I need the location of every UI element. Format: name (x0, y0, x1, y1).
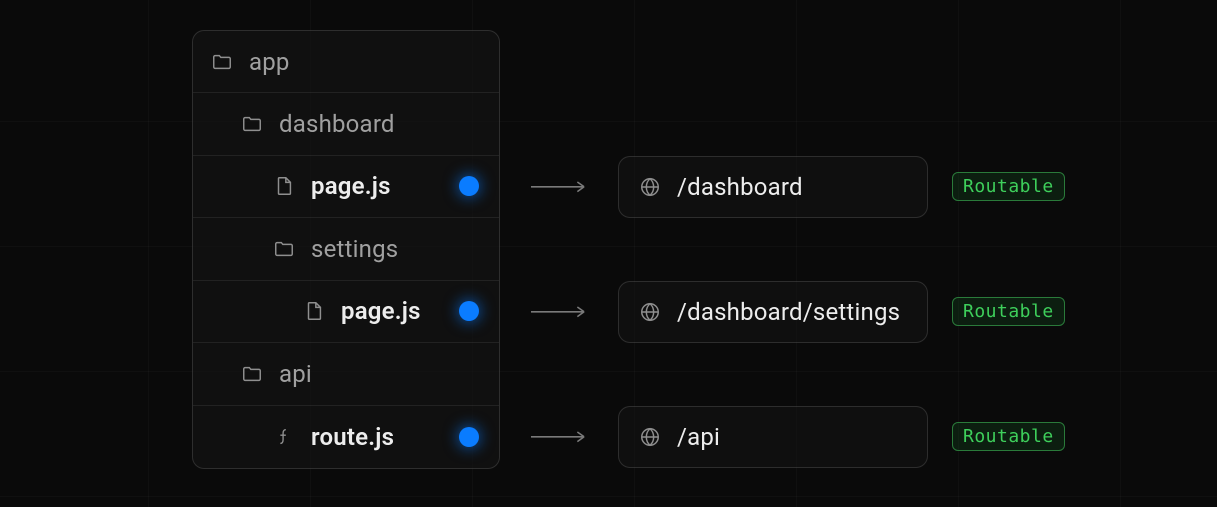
folder-icon (211, 51, 233, 73)
tree-label: route.js (311, 423, 394, 451)
globe-icon (639, 426, 661, 448)
tree-file-page-dashboard: page.js (193, 156, 499, 219)
routable-badge: Routable (952, 172, 1065, 201)
file-icon (273, 175, 295, 197)
globe-icon (639, 301, 661, 323)
url-box: /dashboard (618, 156, 928, 218)
url-box: /dashboard/settings (618, 281, 928, 343)
routable-badge: Routable (952, 422, 1065, 451)
folder-icon (241, 363, 263, 385)
folder-icon (241, 113, 263, 135)
file-icon (303, 300, 325, 322)
tree-folder-app: app (193, 31, 499, 93)
arrow-right-icon (530, 306, 588, 318)
spacer (500, 30, 1065, 93)
globe-icon (639, 176, 661, 198)
tree-file-page-settings: page.js (193, 281, 499, 344)
route-mapping-dashboard: /dashboard Routable (500, 156, 1065, 219)
arrow-right-icon (530, 431, 588, 443)
tree-label: page.js (311, 172, 391, 200)
route-mappings: /dashboard Routable /dashboard/settings … (500, 30, 1065, 468)
url-text: /dashboard/settings (677, 298, 900, 326)
url-text: /dashboard (677, 173, 803, 201)
routable-dot-icon (459, 176, 479, 196)
tree-file-route-api: route.js (193, 406, 499, 469)
diagram-container: app dashboard page.js settings pa (0, 0, 1217, 469)
tree-label: page.js (341, 297, 421, 325)
routable-badge: Routable (952, 297, 1065, 326)
tree-label: app (249, 48, 290, 76)
arrow-right-icon (530, 181, 588, 193)
tree-folder-api: api (193, 343, 499, 406)
tree-label: dashboard (279, 110, 395, 138)
routable-dot-icon (459, 427, 479, 447)
function-icon (273, 426, 295, 448)
folder-icon (273, 238, 295, 260)
tree-folder-dashboard: dashboard (193, 93, 499, 156)
file-tree: app dashboard page.js settings pa (192, 30, 500, 469)
routable-dot-icon (459, 301, 479, 321)
spacer (500, 93, 1065, 156)
route-mapping-settings: /dashboard/settings Routable (500, 281, 1065, 344)
url-box: /api (618, 406, 928, 468)
tree-label: api (279, 360, 312, 388)
spacer (500, 218, 1065, 281)
tree-folder-settings: settings (193, 218, 499, 281)
route-mapping-api: /api Routable (500, 406, 1065, 469)
tree-label: settings (311, 235, 398, 263)
url-text: /api (677, 423, 720, 451)
spacer (500, 343, 1065, 406)
